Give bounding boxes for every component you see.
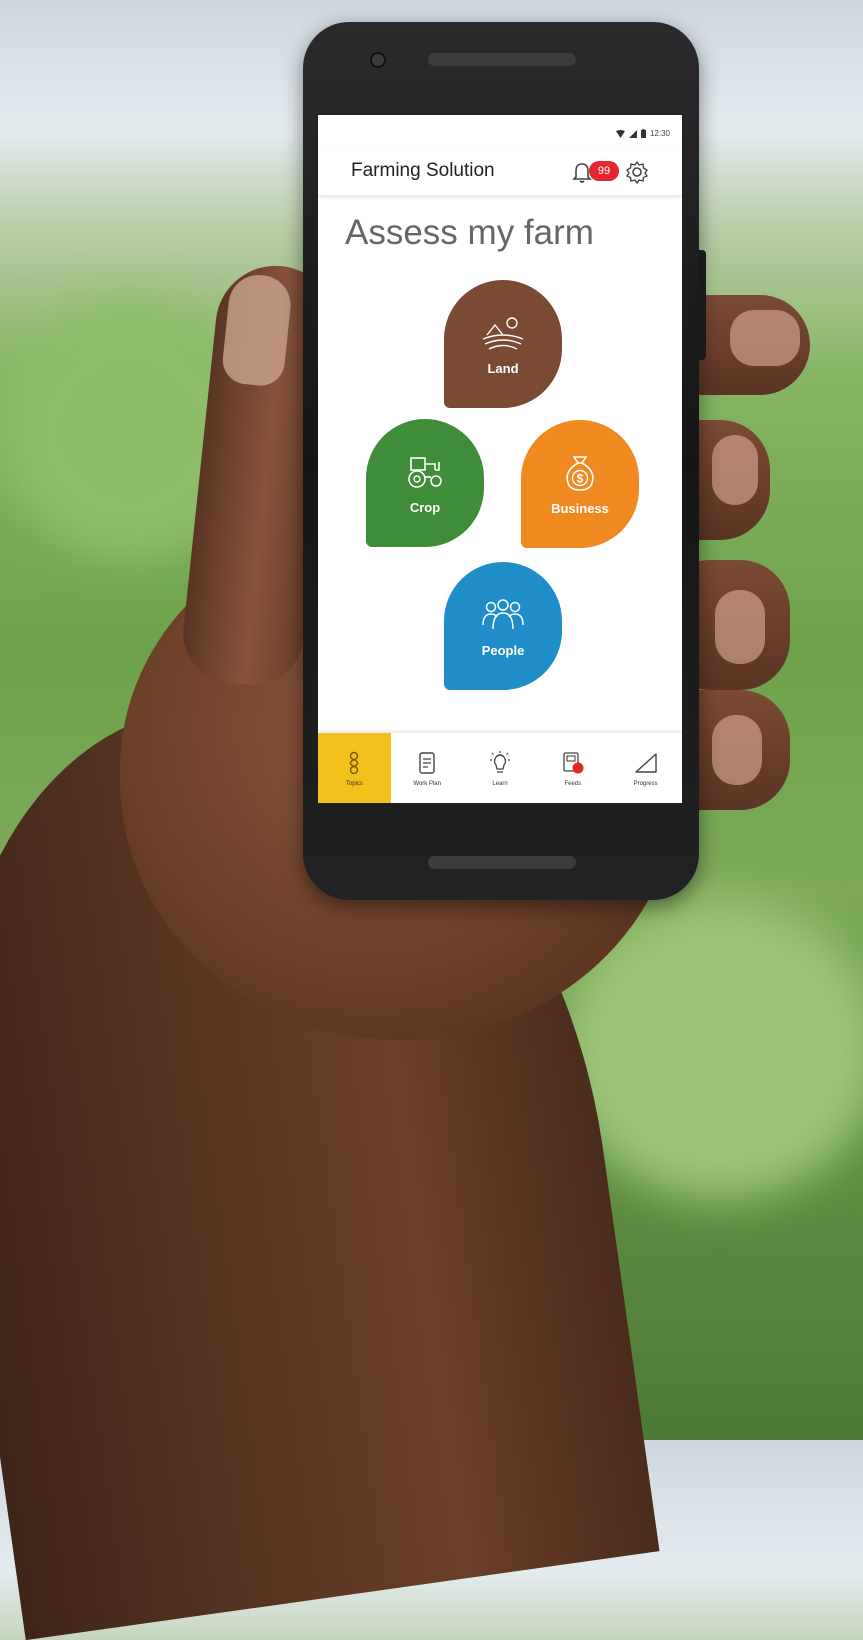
- bottom-navigation: Topics Work Plan Learn Feeds Progress: [318, 733, 682, 803]
- category-people-label: People: [481, 642, 525, 658]
- topics-icon: [350, 751, 359, 774]
- nav-label-feeds: Feeds: [564, 780, 582, 787]
- people-icon: [482, 598, 524, 629]
- category-crop-label: Crop: [409, 499, 441, 515]
- nav-label-progress: Progress: [633, 780, 658, 787]
- app-title: Farming Solution: [351, 160, 495, 181]
- finger-nail: [715, 590, 765, 664]
- phone-screen: 12:30 Farming Solution 99 Assess my farm…: [318, 115, 682, 803]
- finger-nail: [712, 715, 762, 785]
- battery-icon: [640, 129, 646, 138]
- phone-side-button: [698, 250, 706, 360]
- category-land-label: Land: [487, 360, 519, 376]
- nav-item-topics[interactable]: Topics: [318, 733, 391, 803]
- finger-nail: [730, 310, 800, 366]
- nav-label-topics: Topics: [345, 780, 363, 787]
- category-business-button[interactable]: $ Business: [521, 420, 639, 548]
- category-business-label: Business: [551, 500, 609, 516]
- status-time: 12:30: [649, 129, 670, 138]
- progress-icon: [634, 752, 657, 773]
- status-indicators: 12:30: [615, 129, 670, 138]
- wifi-icon: [615, 129, 625, 138]
- category-land-button[interactable]: Land: [444, 280, 562, 408]
- lightbulb-icon: [489, 750, 510, 773]
- category-people-button[interactable]: People: [444, 562, 562, 690]
- notification-badge[interactable]: 99: [589, 161, 619, 181]
- front-camera: [370, 52, 386, 68]
- nav-label-learn: Learn: [492, 780, 508, 787]
- page-heading: Assess my farm: [345, 213, 594, 252]
- land-icon: [482, 316, 524, 350]
- money-bag-icon: $: [566, 455, 594, 491]
- feeds-icon: [563, 751, 584, 773]
- earpiece-speaker: [428, 53, 576, 66]
- nav-label-work-plan: Work Plan: [413, 780, 441, 787]
- nav-item-work-plan[interactable]: Work Plan: [391, 733, 464, 803]
- nav-item-progress[interactable]: Progress: [609, 733, 682, 803]
- nav-item-learn[interactable]: Learn: [464, 733, 537, 803]
- category-crop-button[interactable]: Crop: [366, 419, 484, 547]
- finger-nail: [712, 435, 758, 505]
- status-bar: 12:30: [318, 115, 682, 151]
- app-bar: Farming Solution 99: [318, 151, 682, 195]
- clipboard-icon: [419, 751, 435, 774]
- tractor-icon: [408, 456, 442, 488]
- svg-text:$: $: [577, 471, 584, 485]
- signal-icon: [628, 129, 637, 138]
- nav-item-feeds[interactable]: Feeds: [536, 733, 609, 803]
- thumb-nail: [220, 272, 294, 388]
- gear-icon[interactable]: [623, 158, 651, 186]
- bottom-speaker: [428, 856, 576, 869]
